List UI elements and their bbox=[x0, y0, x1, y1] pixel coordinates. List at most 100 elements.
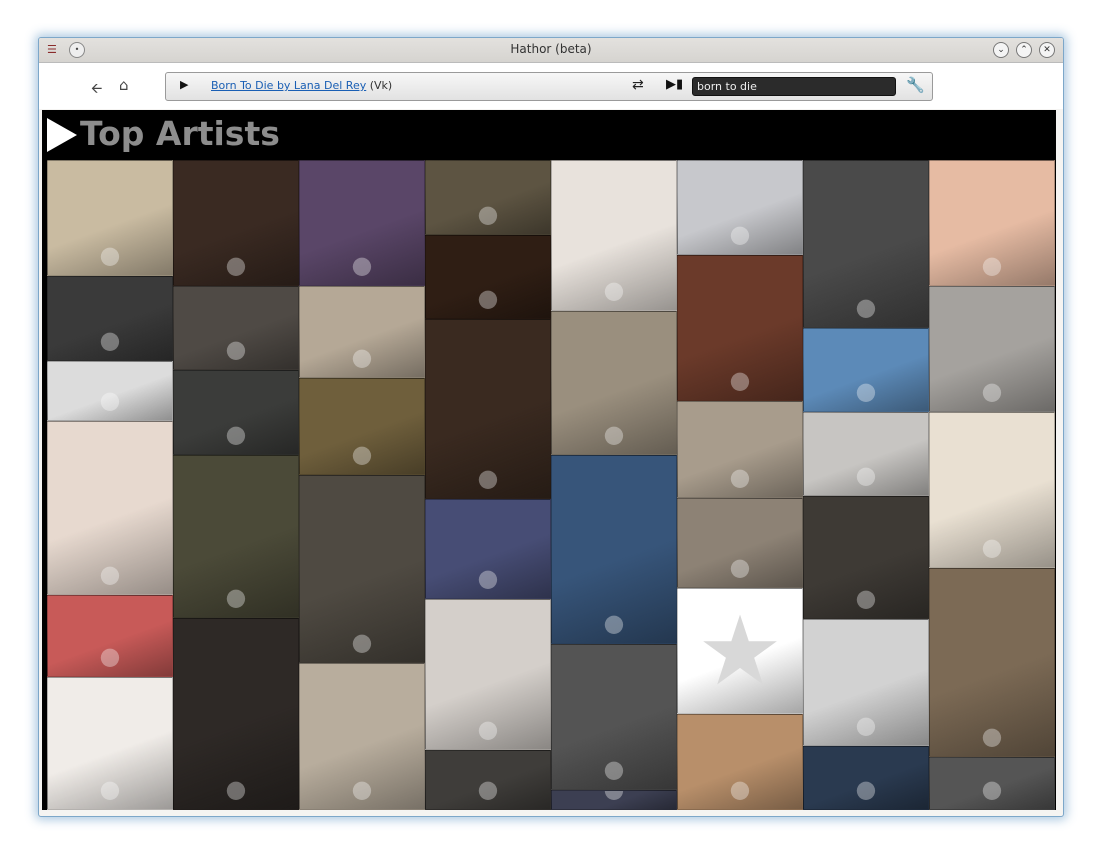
window-title: Hathor (beta) bbox=[510, 42, 592, 56]
artist-photo-icon: ● bbox=[225, 583, 247, 611]
artist-tile[interactable]: ● bbox=[47, 677, 173, 810]
artist-tile[interactable]: ● bbox=[677, 255, 803, 401]
back-arrow-icon[interactable]: 🡨 bbox=[91, 78, 102, 102]
toolbar: 🡨 ⌂ ▶ Born To Die by Lana Del Rey (Vk) ⇄… bbox=[39, 63, 1063, 109]
wrench-icon[interactable]: 🔧 bbox=[906, 76, 925, 94]
artist-photo-icon: ● bbox=[99, 560, 121, 588]
artist-tile[interactable]: ● bbox=[173, 455, 299, 618]
artist-photo-icon: ● bbox=[225, 420, 247, 448]
app-window: ☰ • Hathor (beta) ⌄ ⌃ ✕ 🡨 ⌂ ▶ Born To Di… bbox=[38, 37, 1064, 817]
artist-tile[interactable]: ● bbox=[173, 618, 299, 810]
artist-tile[interactable]: ● bbox=[551, 790, 677, 810]
artist-photo-icon: ● bbox=[99, 775, 121, 803]
artist-tile[interactable]: ● bbox=[173, 370, 299, 455]
artist-photo-icon: ● bbox=[477, 464, 499, 492]
artist-photo-icon: ● bbox=[603, 609, 625, 637]
artist-tile[interactable]: ★ bbox=[677, 588, 803, 714]
artist-tile[interactable]: ● bbox=[47, 160, 173, 276]
artist-tile[interactable]: ● bbox=[47, 595, 173, 677]
artist-photo-icon: ● bbox=[225, 775, 247, 803]
artist-photo-icon: ● bbox=[855, 775, 877, 803]
artist-tile[interactable]: ● bbox=[425, 235, 551, 319]
artist-tile[interactable]: ● bbox=[47, 361, 173, 421]
artist-photo-icon: ● bbox=[603, 276, 625, 304]
minimize-button[interactable]: ⌄ bbox=[993, 42, 1009, 58]
artist-photo-icon: ● bbox=[351, 628, 373, 656]
artist-tile[interactable]: ● bbox=[551, 644, 677, 790]
artist-tile[interactable]: ● bbox=[425, 499, 551, 599]
artist-tile[interactable]: ● bbox=[299, 378, 425, 475]
artist-tile[interactable]: ● bbox=[929, 286, 1055, 412]
artist-tile[interactable]: ● bbox=[929, 568, 1055, 757]
play-triangle-icon[interactable] bbox=[47, 118, 77, 152]
artist-tile[interactable]: ● bbox=[929, 412, 1055, 568]
artist-tile[interactable]: ● bbox=[551, 160, 677, 311]
home-icon[interactable]: ⌂ bbox=[119, 76, 129, 94]
artist-tile[interactable]: ● bbox=[677, 401, 803, 498]
artist-tile[interactable]: ● bbox=[299, 286, 425, 378]
shuffle-icon[interactable]: ⇄ bbox=[632, 77, 644, 93]
artist-tile[interactable]: ● bbox=[425, 319, 551, 499]
now-playing-source: (Vk) bbox=[369, 79, 393, 92]
close-button[interactable]: ✕ bbox=[1039, 42, 1055, 58]
artist-tile[interactable]: ● bbox=[551, 311, 677, 455]
artist-tile[interactable]: ● bbox=[677, 160, 803, 255]
artist-photo-icon: ● bbox=[477, 200, 499, 228]
artist-photo-icon: ● bbox=[477, 715, 499, 743]
artist-photo-icon: ● bbox=[351, 775, 373, 803]
artist-photo-icon: ● bbox=[855, 711, 877, 739]
artist-photo-icon: ● bbox=[99, 241, 121, 269]
artist-photo-icon: ● bbox=[729, 775, 751, 803]
artist-tile[interactable]: ● bbox=[299, 160, 425, 286]
artist-photo-icon: ● bbox=[981, 775, 1003, 803]
artist-photo-icon: ● bbox=[981, 722, 1003, 750]
artist-photo-icon: ● bbox=[603, 755, 625, 783]
artist-tile[interactable]: ● bbox=[803, 746, 929, 810]
artist-photo-icon: ● bbox=[981, 533, 1003, 561]
artist-tile[interactable]: ● bbox=[803, 412, 929, 496]
artist-photo-icon: ● bbox=[981, 377, 1003, 405]
artist-tile[interactable]: ● bbox=[425, 160, 551, 235]
artist-tile[interactable]: ● bbox=[47, 421, 173, 595]
artist-photo-icon: ● bbox=[477, 564, 499, 592]
artist-photo-icon: ● bbox=[99, 386, 121, 414]
artist-tile[interactable]: ● bbox=[803, 328, 929, 412]
artist-tile[interactable]: ● bbox=[299, 663, 425, 810]
artist-tile[interactable]: ● bbox=[551, 455, 677, 644]
artist-photo-icon: ● bbox=[729, 553, 751, 581]
now-playing-link[interactable]: Born To Die by Lana Del Rey bbox=[211, 79, 366, 92]
artist-tile[interactable]: ● bbox=[173, 286, 299, 370]
artist-photo-icon: ● bbox=[99, 642, 121, 670]
maximize-button[interactable]: ⌃ bbox=[1016, 42, 1032, 58]
artist-tile[interactable]: ● bbox=[425, 599, 551, 750]
artist-photo-icon: ● bbox=[729, 463, 751, 491]
artist-photo-icon: ● bbox=[604, 791, 625, 803]
artist-tile[interactable]: ● bbox=[677, 498, 803, 588]
artist-photo-icon: ● bbox=[99, 326, 121, 354]
artist-tile[interactable]: ● bbox=[47, 276, 173, 361]
artist-tile[interactable]: ● bbox=[173, 160, 299, 286]
artist-tile[interactable]: ● bbox=[929, 757, 1055, 810]
search-input[interactable] bbox=[692, 77, 896, 96]
artist-photo-icon: ● bbox=[729, 220, 751, 248]
artist-photo-icon: ● bbox=[855, 461, 877, 489]
artist-photo-icon: ● bbox=[855, 293, 877, 321]
artist-tile[interactable]: ● bbox=[803, 160, 929, 328]
artist-tile[interactable]: ● bbox=[803, 619, 929, 746]
play-icon[interactable]: ▶ bbox=[180, 78, 188, 91]
artist-tile[interactable]: ● bbox=[299, 475, 425, 663]
artist-photo-icon: ● bbox=[351, 343, 373, 371]
artist-photo-icon: ● bbox=[981, 251, 1003, 279]
artist-tile[interactable]: ● bbox=[929, 160, 1055, 286]
title-bar: ☰ • Hathor (beta) ⌄ ⌃ ✕ bbox=[39, 38, 1063, 63]
artist-tile[interactable]: ● bbox=[803, 496, 929, 619]
artist-photo-icon: ● bbox=[225, 251, 247, 279]
artist-photo-icon: ● bbox=[351, 440, 373, 468]
artist-tile[interactable]: ● bbox=[425, 750, 551, 810]
next-track-icon[interactable]: ▶▮ bbox=[666, 77, 683, 92]
section-heading: Top Artists bbox=[80, 114, 280, 153]
artist-photo-icon: ● bbox=[603, 420, 625, 448]
artist-tile[interactable]: ● bbox=[677, 714, 803, 810]
artist-photo-icon: ● bbox=[351, 251, 373, 279]
artist-photo-icon: ● bbox=[729, 366, 751, 394]
